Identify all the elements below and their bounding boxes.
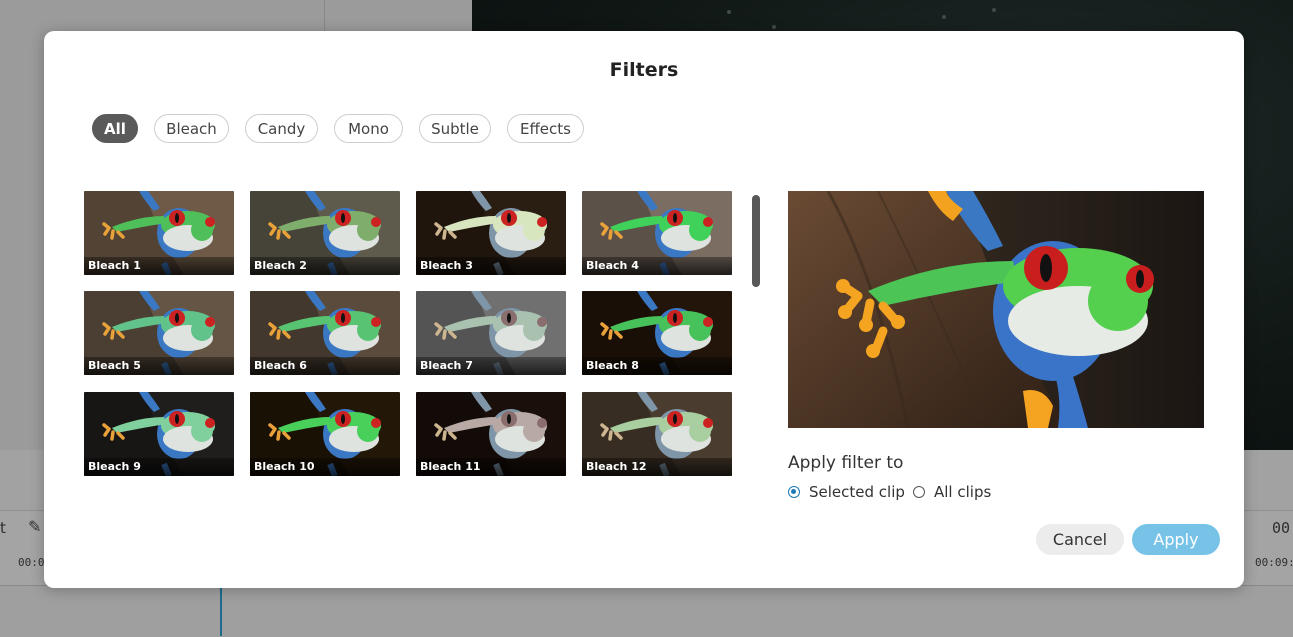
tab-subtle[interactable]: Subtle (419, 114, 491, 143)
bokeh-dot (992, 8, 996, 12)
filter-preview-image (788, 191, 1204, 428)
filter-thumbnail-label: Bleach 2 (250, 257, 400, 275)
toolbar-text: t (0, 519, 6, 537)
filter-thumbnail-label: Bleach 11 (416, 458, 566, 476)
filter-thumbnail-label: Bleach 12 (582, 458, 732, 476)
filter-thumbnail-label: Bleach 4 (582, 257, 732, 275)
filter-thumbnail[interactable]: Bleach 5 (84, 291, 234, 375)
option-all-clips[interactable]: All clips (913, 483, 991, 501)
filter-thumbnail[interactable]: Bleach 1 (84, 191, 234, 275)
option-label: All clips (934, 483, 992, 501)
bokeh-dot (772, 25, 776, 29)
filter-thumbnail[interactable]: Bleach 12 (582, 392, 732, 476)
time-right-top: 00 (1272, 519, 1291, 537)
tab-all[interactable]: All (92, 114, 138, 143)
editor-timeline (0, 585, 1293, 637)
filter-thumbnail[interactable]: Bleach 6 (250, 291, 400, 375)
filter-thumbnail-label: Bleach 10 (250, 458, 400, 476)
filter-thumbnail-label: Bleach 7 (416, 357, 566, 375)
cancel-button[interactable]: Cancel (1036, 524, 1124, 555)
tab-mono[interactable]: Mono (334, 114, 403, 143)
filter-thumbnail-label: Bleach 5 (84, 357, 234, 375)
filter-thumbnail-label: Bleach 6 (250, 357, 400, 375)
bokeh-dot (942, 15, 946, 19)
time-right: 00:09:0 (1255, 556, 1293, 569)
filter-thumbnail[interactable]: Bleach 10 (250, 392, 400, 476)
radio-all-clips[interactable] (913, 486, 925, 498)
filter-thumbnail[interactable]: Bleach 8 (582, 291, 732, 375)
pencil-icon: ✎ (28, 517, 42, 536)
filter-thumbnail[interactable]: Bleach 3 (416, 191, 566, 275)
apply-button[interactable]: Apply (1132, 524, 1220, 555)
filter-thumbnail-label: Bleach 9 (84, 458, 234, 476)
filter-thumbnail[interactable]: Bleach 4 (582, 191, 732, 275)
filter-thumbnail[interactable]: Bleach 7 (416, 291, 566, 375)
timeline-playhead (220, 585, 222, 636)
grid-scrollbar[interactable] (752, 195, 760, 287)
filter-thumbnail[interactable]: Bleach 11 (416, 392, 566, 476)
option-label: Selected clip (809, 483, 905, 501)
filter-thumbnail-label: Bleach 8 (582, 357, 732, 375)
tab-bleach[interactable]: Bleach (154, 114, 229, 143)
tab-candy[interactable]: Candy (245, 114, 318, 143)
tab-effects[interactable]: Effects (507, 114, 584, 143)
filter-thumbnail[interactable]: Bleach 9 (84, 392, 234, 476)
dialog-title: Filters (609, 59, 679, 81)
filters-dialog: Filters All Bleach Candy Mono Subtle Eff… (44, 31, 1244, 588)
filter-thumbnail-label: Bleach 3 (416, 257, 566, 275)
radio-selected-clip[interactable] (788, 486, 800, 498)
filter-thumbnail-label: Bleach 1 (84, 257, 234, 275)
filter-thumbnail[interactable]: Bleach 2 (250, 191, 400, 275)
bokeh-dot (727, 10, 731, 14)
apply-filter-label: Apply filter to (788, 453, 904, 473)
option-selected-clip[interactable]: Selected clip (788, 483, 905, 501)
